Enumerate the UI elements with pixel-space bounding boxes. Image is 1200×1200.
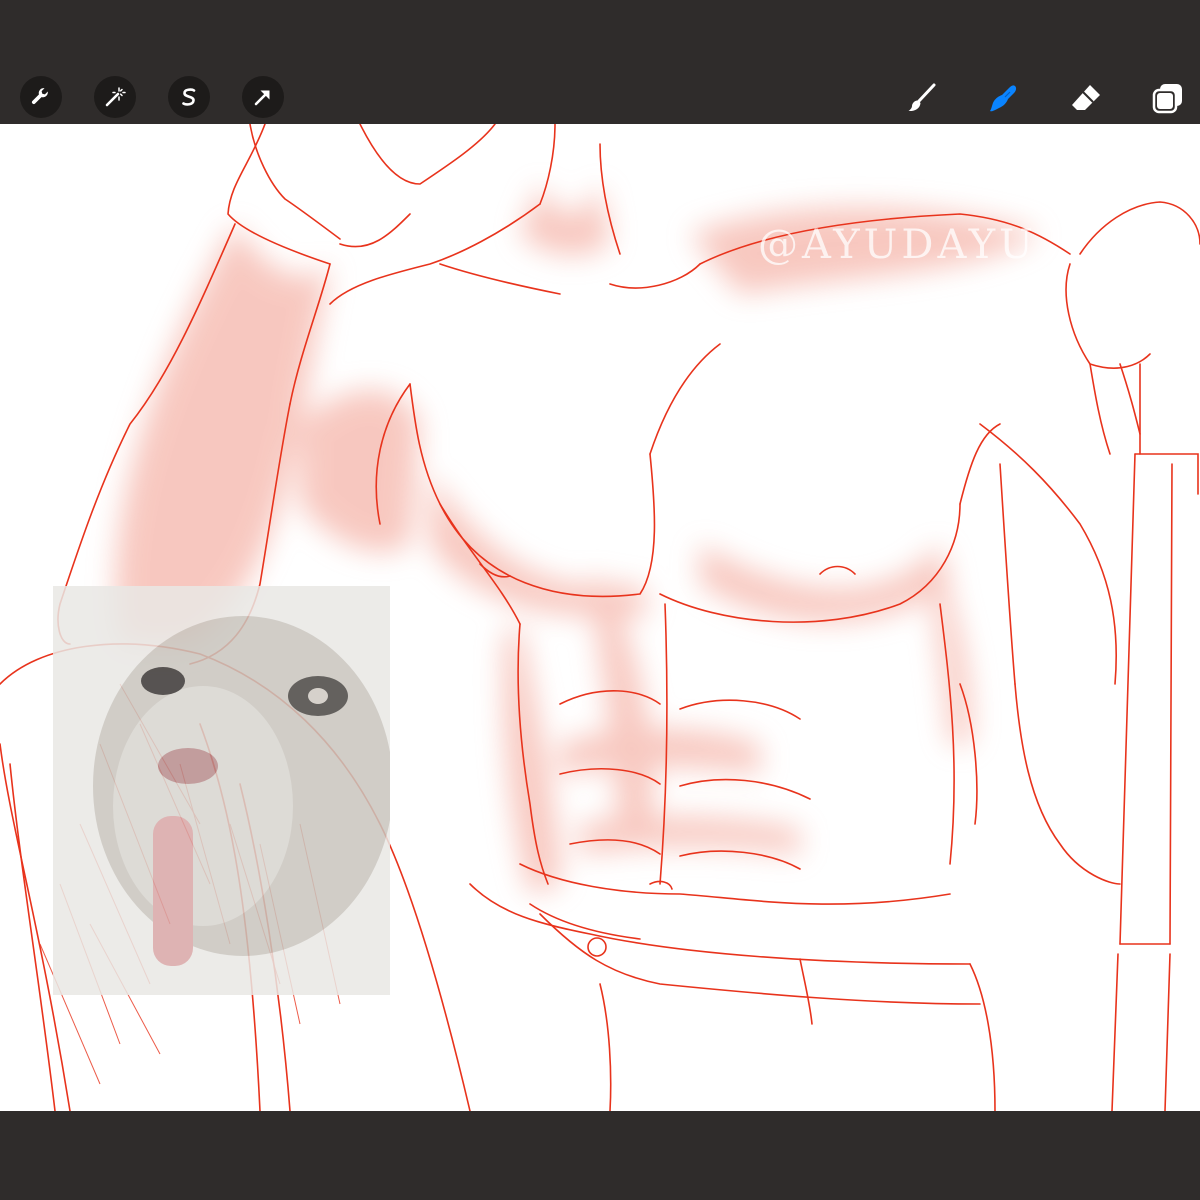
procreate-app: @AYUDAYU [0,0,1200,1200]
transform-button[interactable] [242,76,284,118]
watermark-text: @AYUDAYU [758,222,1037,268]
bottom-bar [0,1111,1200,1200]
left-tool-group [20,76,284,118]
selection-button[interactable] [168,76,210,118]
layers-icon [1152,84,1182,114]
eraser-tool-button[interactable] [1064,76,1108,120]
drawing-canvas[interactable]: @AYUDAYU [0,124,1200,1111]
magic-wand-icon [105,87,126,107]
cat-photo-icon [53,586,390,995]
eraser-icon [1072,85,1100,110]
smudge-finger-icon [990,85,1017,112]
paintbrush-icon [908,83,936,112]
reference-window[interactable] [53,586,390,995]
wrench-icon [31,88,48,105]
selection-s-icon [182,88,196,106]
actions-button[interactable] [20,76,62,118]
right-tool-group [900,76,1190,120]
top-toolbar [0,0,1200,124]
arrow-cursor-icon [254,90,270,106]
smudge-tool-button[interactable] [982,76,1026,120]
adjustments-button[interactable] [94,76,136,118]
layers-button[interactable] [1146,76,1190,120]
brush-tool-button[interactable] [900,76,944,120]
